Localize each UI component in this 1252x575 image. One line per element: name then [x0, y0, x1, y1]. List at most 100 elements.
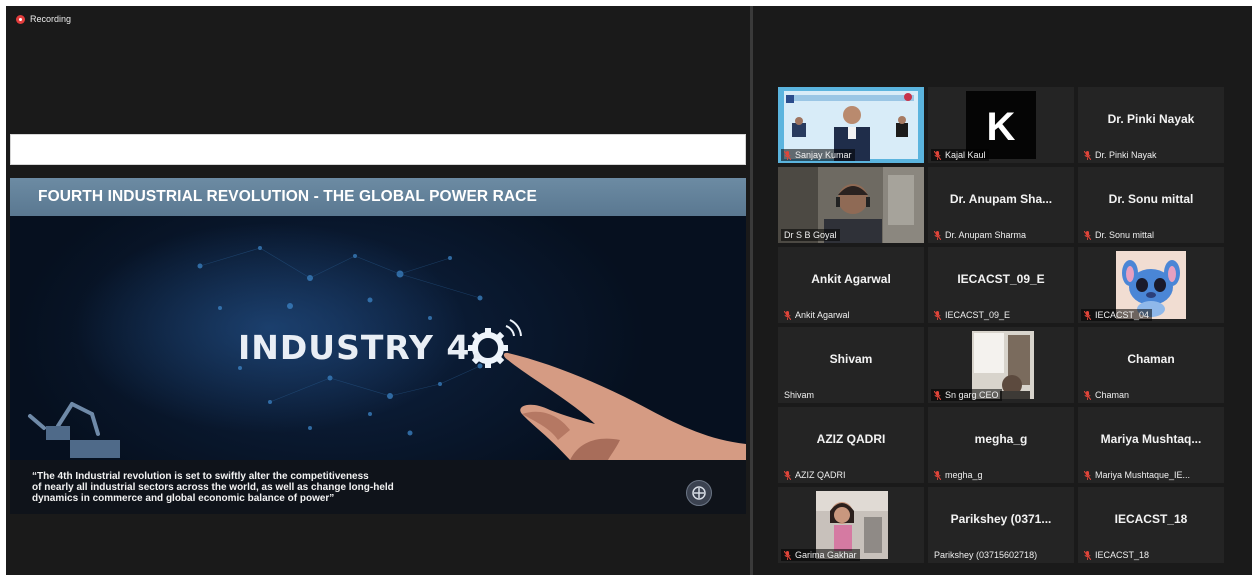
participant-display-name: IECACST_09_E — [957, 272, 1045, 286]
muted-mic-icon — [933, 150, 942, 160]
network-lines — [199, 247, 481, 403]
participant-name: IECACST_09_E — [945, 310, 1011, 320]
muted-mic-icon — [783, 550, 792, 560]
slide-title: FOURTH INDUSTRIAL REVOLUTION - THE GLOBA… — [38, 188, 537, 205]
participant-name-label: AZIZ QADRI — [781, 469, 849, 481]
muted-mic-icon — [933, 390, 942, 400]
participant-name: Dr. Sonu mittal — [1095, 230, 1155, 240]
participant-name: IECACST_04 — [1095, 310, 1150, 320]
participant-name: Dr. Pinki Nayak — [1095, 150, 1157, 160]
participant-name: Kajal Kaul — [945, 150, 986, 160]
participant-tile[interactable]: Chaman Chaman — [1078, 327, 1224, 403]
participant-name-label: Shivam — [781, 389, 817, 401]
participant-name: Parikshey (03715602718) — [934, 550, 1038, 560]
participant-display-name: Dr. Pinki Nayak — [1107, 112, 1195, 126]
participant-tile[interactable]: IECACST_18 IECACST_18 — [1078, 487, 1224, 563]
muted-mic-icon — [783, 150, 792, 160]
robot-arm-icon — [28, 402, 120, 458]
industry-heading: INDUSTRY 4. — [238, 328, 484, 367]
muted-mic-icon — [1083, 310, 1092, 320]
participant-name-label: IECACST_09_E — [931, 309, 1013, 321]
muted-mic-icon — [933, 310, 942, 320]
participant-tile[interactable]: Mariya Mushtaq... Mariya Mushtaque_IE... — [1078, 407, 1224, 483]
participant-name-label: Garima Gakhar — [781, 549, 860, 561]
participant-tile[interactable]: Sn garg CEO — [928, 327, 1074, 403]
participant-tile[interactable]: Sanjay Kumar — [778, 87, 924, 163]
meeting-window: Recording FOURTH INDUSTRIAL REVOLUTION -… — [6, 6, 1252, 575]
recording-dot-icon — [16, 14, 25, 24]
participant-name: Ankit Agarwal — [795, 310, 850, 320]
participant-name: AZIZ QADRI — [795, 470, 846, 480]
quote-line: “The 4th Industrial revolution is set to… — [32, 471, 369, 482]
participant-name: Garima Gakhar — [795, 550, 857, 560]
participant-name: Shivam — [784, 390, 815, 400]
muted-mic-icon — [1083, 150, 1092, 160]
participant-name-label: Parikshey (03715602718) — [931, 549, 1040, 561]
participant-name: IECACST_18 — [1095, 550, 1150, 560]
participant-tile[interactable]: K Kajal Kaul — [928, 87, 1074, 163]
participant-name-label: megha_g — [931, 469, 986, 481]
participant-tile[interactable]: Dr. Sonu mittal Dr. Sonu mittal — [1078, 167, 1224, 243]
participant-tile[interactable]: Dr. Pinki Nayak Dr. Pinki Nayak — [1078, 87, 1224, 163]
muted-mic-icon — [933, 230, 942, 240]
recording-label: Recording — [30, 14, 72, 24]
participant-name-label: IECACST_18 — [1081, 549, 1152, 561]
participant-name-label: Sanjay Kumar — [781, 149, 855, 161]
muted-mic-icon — [1083, 470, 1092, 480]
participant-tile[interactable]: IECACST_09_E IECACST_09_E — [928, 247, 1074, 323]
recording-indicator[interactable]: Recording — [16, 14, 71, 24]
participant-name-label: Dr. Sonu mittal — [1081, 229, 1157, 241]
participant-display-name: Dr. Anupam Sha... — [949, 192, 1053, 206]
participant-name: megha_g — [945, 470, 983, 480]
participant-tile[interactable]: megha_g megha_g — [928, 407, 1074, 483]
participant-display-name: megha_g — [974, 432, 1028, 446]
participant-tile[interactable]: AZIZ QADRI AZIZ QADRI — [778, 407, 924, 483]
participant-name: Mariya Mushtaque_IE... — [1095, 470, 1191, 480]
participant-display-name: Parikshey (0371... — [950, 512, 1052, 526]
participant-name-label: Sn garg CEO — [931, 389, 1002, 401]
participant-name: Chaman — [1095, 390, 1130, 400]
participant-name: Sn garg CEO — [945, 390, 999, 400]
muted-mic-icon — [933, 470, 942, 480]
quote-line: of nearly all industrial sectors across … — [32, 482, 394, 493]
slide-quote: “The 4th Industrial revolution is set to… — [32, 471, 552, 504]
participant-display-name: AZIZ QADRI — [816, 432, 886, 446]
quote-band: “The 4th Industrial revolution is set to… — [10, 460, 746, 514]
participant-tile[interactable]: Ankit Agarwal Ankit Agarwal — [778, 247, 924, 323]
screen-share-area: Recording FOURTH INDUSTRIAL REVOLUTION -… — [6, 6, 750, 575]
muted-mic-icon — [783, 310, 792, 320]
participant-name-label: Mariya Mushtaque_IE... — [1081, 469, 1193, 481]
participant-name-label: Kajal Kaul — [931, 149, 989, 161]
presentation-slide: FOURTH INDUSTRIAL REVOLUTION - THE GLOBA… — [10, 178, 746, 514]
participant-display-name: IECACST_18 — [1114, 512, 1188, 526]
participant-display-name: Chaman — [1127, 352, 1175, 366]
participant-name-label: IECACST_04 — [1081, 309, 1153, 321]
participant-name: Sanjay Kumar — [795, 150, 852, 160]
slide-topbar — [10, 134, 746, 165]
participant-name: Dr S B Goyal — [784, 230, 837, 240]
participant-display-name: Shivam — [829, 352, 873, 366]
participant-name-label: Dr. Anupam Sharma — [931, 229, 1029, 241]
participant-name-label: Dr. Pinki Nayak — [1081, 149, 1160, 161]
muted-mic-icon — [783, 470, 792, 480]
participant-name-label: Dr S B Goyal — [781, 229, 840, 241]
participant-tile[interactable]: Garima Gakhar — [778, 487, 924, 563]
participant-tile[interactable]: Dr S B Goyal — [778, 167, 924, 243]
participant-tile[interactable]: Shivam Shivam — [778, 327, 924, 403]
participant-tile[interactable]: Parikshey (0371... Parikshey (03715602718… — [928, 487, 1074, 563]
participant-display-name: Mariya Mushtaq... — [1100, 432, 1202, 446]
participant-name: Dr. Anupam Sharma — [945, 230, 1027, 240]
participant-display-name: Ankit Agarwal — [811, 272, 891, 286]
logo-icon — [686, 480, 712, 506]
muted-mic-icon — [1083, 230, 1092, 240]
participant-name-label: Chaman — [1081, 389, 1132, 401]
slide-title-band: FOURTH INDUSTRIAL REVOLUTION - THE GLOBA… — [10, 178, 746, 216]
panel-divider[interactable] — [750, 6, 753, 575]
participant-tile[interactable]: Dr. Anupam Sha... Dr. Anupam Sharma — [928, 167, 1074, 243]
participant-tile[interactable]: IECACST_04 — [1078, 247, 1224, 323]
participant-name-label: Ankit Agarwal — [781, 309, 853, 321]
pointing-hand — [503, 352, 746, 460]
svg-text:K: K — [987, 105, 1016, 149]
muted-mic-icon — [1083, 550, 1092, 560]
participant-display-name: Dr. Sonu mittal — [1108, 192, 1194, 206]
